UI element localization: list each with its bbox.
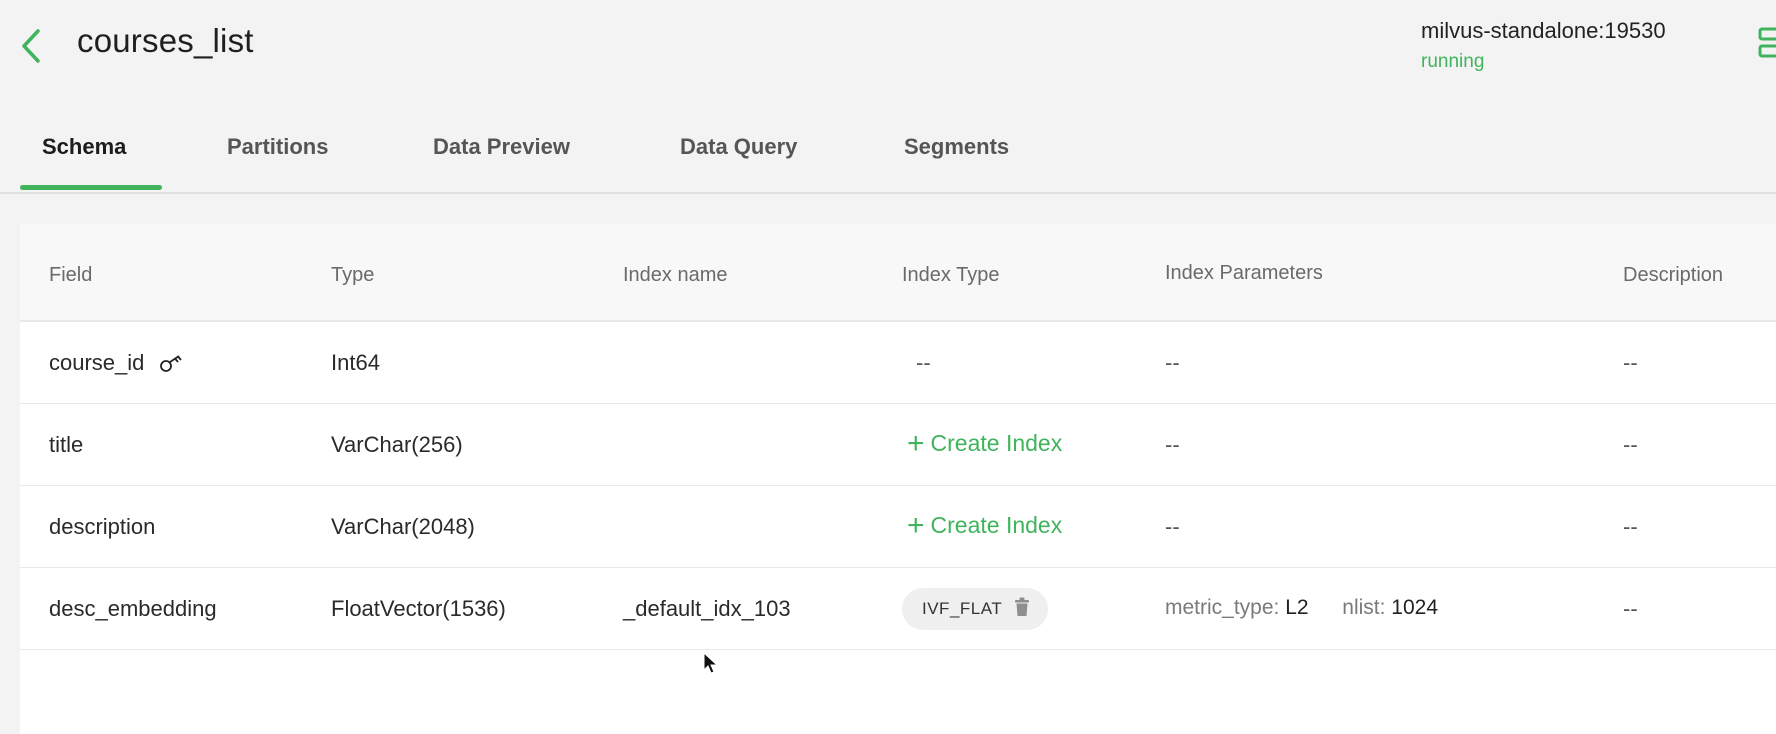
field-type: VarChar(256) [331, 432, 463, 457]
column-header-type: Type [331, 264, 375, 286]
delete-index-button[interactable] [1014, 597, 1030, 622]
page-header: courses_list milvus-standalone:19530 run… [0, 0, 1776, 90]
param-value: 1024 [1391, 596, 1439, 619]
param-value: L2 [1285, 596, 1309, 619]
page-title: courses_list [77, 22, 254, 59]
create-index-label: Create Index [930, 512, 1063, 538]
schema-table: Field Type Index name Index Type Index P… [20, 224, 1776, 734]
create-index-label: Create Index [930, 430, 1063, 456]
trash-icon [1015, 597, 1030, 616]
field-name-cell: course_id [49, 350, 185, 376]
tab-partitions[interactable]: Partitions [227, 134, 328, 160]
mouse-cursor-icon [703, 652, 719, 674]
param-key: nlist: [1342, 596, 1386, 619]
tab-data-preview[interactable]: Data Preview [433, 134, 570, 160]
description-empty: -- [1623, 350, 1638, 375]
create-index-button[interactable]: + Create Index [907, 508, 1063, 542]
active-tab-indicator [20, 185, 162, 190]
table-row: title VarChar(256) + Create Index -- -- [20, 404, 1776, 486]
tab-segments[interactable]: Segments [904, 134, 1009, 160]
server-status: running [1421, 51, 1485, 72]
column-header-description: Description [1623, 264, 1724, 286]
tab-schema[interactable]: Schema [42, 134, 126, 160]
index-type-empty: -- [916, 350, 931, 375]
table-row: course_id Int64 -- -- -- [20, 322, 1776, 404]
index-parameters: metric_type: L2 nlist: 1024 [1165, 596, 1438, 620]
tab-data-query[interactable]: Data Query [680, 134, 797, 160]
plus-icon: + [907, 426, 925, 460]
column-header-index-name: Index name [623, 264, 728, 286]
index-type-chip: IVF_FLAT [902, 588, 1049, 630]
disconnect-icon[interactable] [1758, 26, 1776, 60]
back-button[interactable] [16, 26, 46, 66]
plus-icon: + [907, 508, 925, 542]
server-address: milvus-standalone:19530 [1421, 18, 1666, 43]
table-header: Field Type Index name Index Type Index P… [20, 224, 1776, 322]
field-name: title [49, 432, 84, 457]
column-header-index-type: Index Type [902, 264, 1000, 286]
field-type: Int64 [331, 350, 380, 375]
index-params-empty: -- [1165, 432, 1180, 457]
field-name: description [49, 514, 156, 539]
field-type: VarChar(2048) [331, 514, 475, 539]
param-key: metric_type: [1165, 596, 1280, 619]
description-empty: -- [1623, 514, 1638, 539]
primary-key-icon [159, 355, 182, 373]
index-params-empty: -- [1165, 514, 1180, 539]
field-name: course_id [49, 350, 145, 375]
tab-bar: Schema Partitions Data Preview Data Quer… [0, 118, 1776, 194]
table-row: description VarChar(2048) + Create Index… [20, 486, 1776, 568]
index-type-label: IVF_FLAT [922, 599, 1003, 618]
index-name: _default_idx_103 [623, 596, 791, 621]
index-params-empty: -- [1165, 350, 1180, 375]
description-empty: -- [1623, 596, 1638, 621]
table-row: desc_embedding FloatVector(1536) _defaul… [20, 568, 1776, 650]
column-header-index-parameters: Index Parameters [1165, 262, 1323, 284]
field-name: desc_embedding [49, 596, 217, 621]
description-empty: -- [1623, 432, 1638, 457]
create-index-button[interactable]: + Create Index [907, 426, 1063, 460]
column-header-field: Field [49, 264, 93, 286]
chevron-left-icon [22, 29, 40, 63]
field-type: FloatVector(1536) [331, 596, 506, 621]
